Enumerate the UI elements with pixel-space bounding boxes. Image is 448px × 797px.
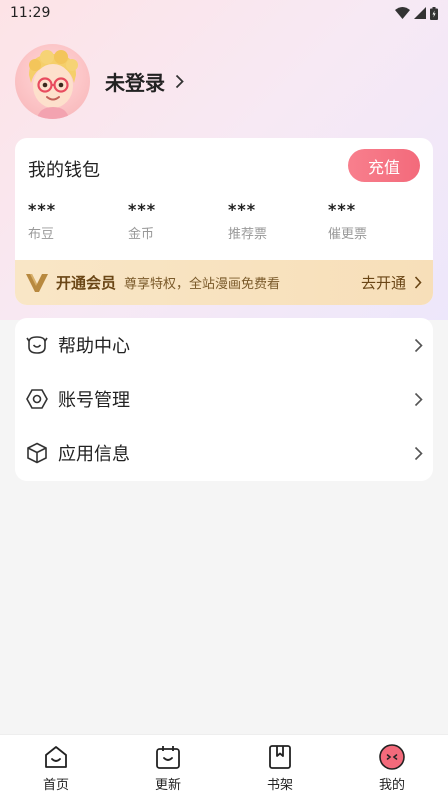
stat-value: *** — [128, 200, 157, 219]
tab-mine[interactable]: 我的 — [336, 735, 448, 797]
stat-urge-tickets[interactable]: *** 催更票 — [328, 200, 428, 242]
settings-menu: 帮助中心 账号管理 应用信息 — [15, 318, 433, 481]
stat-recommend-tickets[interactable]: *** 推荐票 — [228, 200, 328, 242]
menu-item-app-info[interactable]: 应用信息 — [15, 426, 433, 480]
chevron-right-icon — [175, 74, 184, 89]
wifi-icon — [395, 7, 410, 19]
wallet-title: 我的钱包 — [28, 160, 100, 181]
stat-value: *** — [228, 200, 257, 219]
home-icon — [45, 746, 67, 768]
vip-description: 尊享特权，全站漫画免费看 — [124, 277, 281, 292]
avatar-illustration — [29, 50, 78, 119]
menu-item-help-center[interactable]: 帮助中心 — [15, 318, 433, 372]
profile-icon — [379, 744, 405, 770]
tab-label: 首页 — [42, 778, 69, 793]
stat-label: 推荐票 — [228, 227, 268, 242]
status-time: 11:29 — [10, 5, 51, 21]
tab-label: 书架 — [266, 778, 293, 793]
status-bar: 11:29 — [0, 0, 448, 26]
tab-label: 我的 — [378, 778, 405, 793]
profile-header[interactable]: 未登录 — [15, 44, 184, 119]
vip-title: 开通会员 — [56, 274, 117, 292]
tab-home[interactable]: 首页 — [0, 735, 112, 797]
chevron-right-icon — [414, 446, 423, 460]
menu-label: 账号管理 — [58, 390, 130, 411]
tab-updates[interactable]: 更新 — [112, 735, 224, 797]
stat-value: *** — [28, 200, 57, 219]
account-icon — [26, 389, 48, 409]
tab-bookshelf[interactable]: 书架 — [224, 735, 336, 797]
bottom-tab-bar: 首页 更新 书架 我的 — [0, 734, 448, 797]
stat-value: *** — [328, 200, 357, 219]
menu-item-account-management[interactable]: 账号管理 — [15, 372, 433, 426]
status-icons — [395, 6, 438, 20]
battery-icon — [430, 6, 438, 20]
vip-banner[interactable]: 开通会员 尊享特权，全站漫画免费看 去开通 — [15, 260, 433, 305]
calendar-icon — [156, 746, 180, 769]
stat-label: 金币 — [128, 227, 155, 242]
stat-budou[interactable]: *** 布豆 — [28, 200, 128, 242]
chevron-right-icon — [414, 338, 423, 352]
avatar[interactable] — [15, 44, 90, 119]
vip-v-icon — [26, 273, 48, 292]
bookshelf-icon — [269, 745, 291, 769]
recharge-button[interactable]: 充值 — [348, 149, 420, 182]
stat-label: 布豆 — [28, 227, 55, 242]
app-info-icon — [27, 442, 47, 464]
vip-open-button[interactable]: 去开通 — [361, 272, 422, 293]
chevron-right-icon — [414, 392, 423, 406]
wallet-stats: *** 布豆 *** 金币 *** 推荐票 *** 催更票 — [28, 200, 428, 242]
menu-label: 帮助中心 — [58, 336, 130, 357]
menu-label: 应用信息 — [58, 444, 130, 465]
help-icon — [26, 336, 48, 354]
stat-label: 催更票 — [328, 227, 368, 242]
stat-coins[interactable]: *** 金币 — [128, 200, 228, 242]
tab-label: 更新 — [154, 778, 181, 793]
chevron-right-icon — [414, 276, 422, 289]
vip-open-label: 去开通 — [360, 274, 406, 292]
signal-icon — [414, 7, 426, 19]
username-label[interactable]: 未登录 — [105, 67, 165, 96]
wallet-card: 我的钱包 充值 *** 布豆 *** 金币 *** 推荐票 *** 催更票 开通… — [15, 138, 433, 305]
